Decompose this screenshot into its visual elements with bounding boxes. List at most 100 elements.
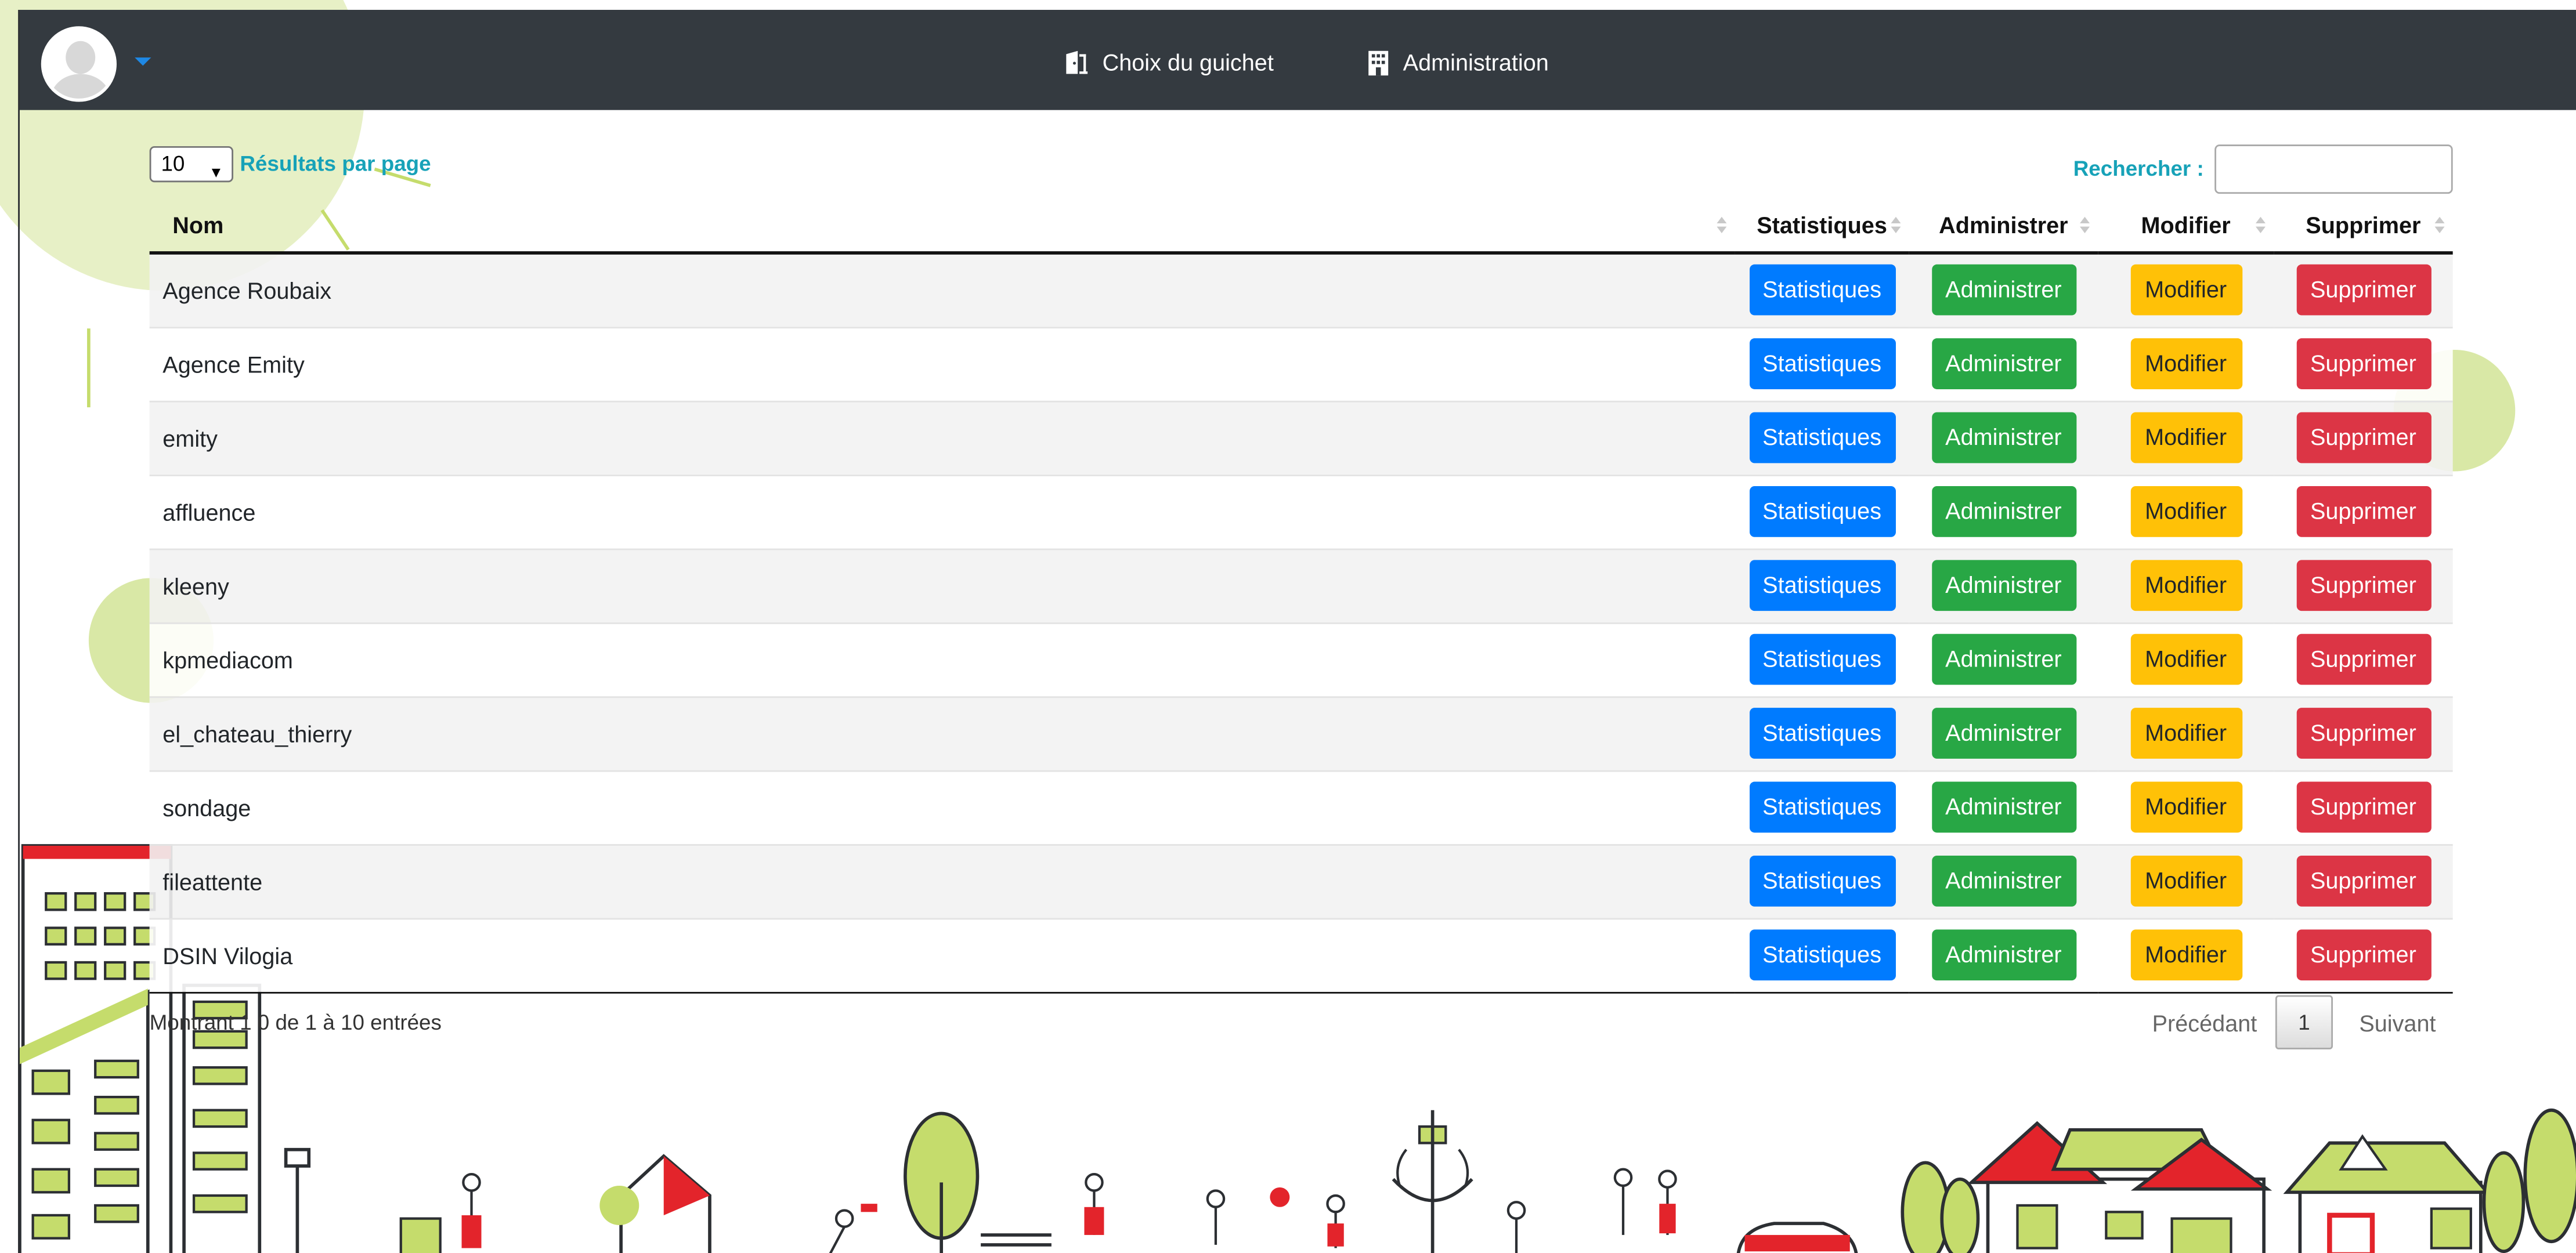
supprimer-button[interactable]: Supprimer [2296, 412, 2431, 463]
administrer-button[interactable]: Administrer [1931, 486, 2076, 537]
nav-link-label: Administration [1403, 49, 1549, 76]
cell-delete: Supprimer [2274, 400, 2453, 475]
cell-delete: Supprimer [2274, 473, 2453, 549]
column-header-label: Nom [172, 211, 224, 238]
column-header-administrer[interactable]: Administrer [1909, 197, 2098, 255]
administrer-button[interactable]: Administrer [1931, 265, 2076, 316]
search-input[interactable] [2214, 144, 2453, 194]
agency-name: Agence Roubaix [149, 252, 1735, 327]
supprimer-button[interactable]: Supprimer [2296, 560, 2431, 611]
agency-table: Nom Statistiques Administrer Modifier Su… [149, 197, 2453, 993]
administrer-button[interactable]: Administrer [1931, 633, 2076, 685]
cell-edit: Modifier [2098, 843, 2274, 918]
administrer-button[interactable]: Administrer [1931, 708, 2076, 759]
column-header-statistiques[interactable]: Statistiques [1735, 197, 1909, 255]
page-length-label: Résultats par page [240, 151, 431, 176]
agency-name: DSIN Vilogia [149, 917, 1735, 993]
pagination-next[interactable]: Suivant [2359, 997, 2436, 1049]
statistiques-button[interactable]: Statistiques [1748, 708, 1895, 759]
administrer-button[interactable]: Administrer [1931, 338, 2076, 389]
table-row: kleeny Statistiques Administrer Modifier… [149, 548, 2453, 622]
statistiques-button[interactable]: Statistiques [1748, 265, 1895, 316]
modifier-button[interactable]: Modifier [2130, 708, 2242, 759]
agency-name: Agence Emity [149, 325, 1735, 401]
statistiques-button[interactable]: Statistiques [1748, 929, 1895, 981]
statistiques-button[interactable]: Statistiques [1748, 338, 1895, 389]
avatar-head-shape [66, 41, 96, 74]
column-header-modifier[interactable]: Modifier [2098, 197, 2274, 255]
table-row: kpmediacom Statistiques Administrer Modi… [149, 621, 2453, 697]
page: Choix du guichet Administration 10 ▼ Rés… [0, 0, 2576, 1253]
cell-admin: Administrer [1909, 917, 2098, 993]
statistiques-button[interactable]: Statistiques [1748, 486, 1895, 537]
table-row: emity Statistiques Administrer Modifier … [149, 400, 2453, 475]
supprimer-button[interactable]: Supprimer [2296, 265, 2431, 316]
cell-stats: Statistiques [1735, 843, 1909, 918]
chevron-down-icon: ▼ [208, 164, 224, 181]
cell-stats: Statistiques [1735, 917, 1909, 993]
cell-delete: Supprimer [2274, 325, 2453, 401]
administrer-button[interactable]: Administrer [1931, 412, 2076, 463]
nav-link-administration[interactable]: Administration [1367, 46, 1549, 79]
supprimer-button[interactable]: Supprimer [2296, 633, 2431, 685]
cell-edit: Modifier [2098, 917, 2274, 993]
statistiques-button[interactable]: Statistiques [1748, 855, 1895, 907]
supprimer-button[interactable]: Supprimer [2296, 855, 2431, 907]
modifier-button[interactable]: Modifier [2130, 781, 2242, 833]
modifier-button[interactable]: Modifier [2130, 929, 2242, 981]
cell-edit: Modifier [2098, 695, 2274, 770]
supprimer-button[interactable]: Supprimer [2296, 708, 2431, 759]
column-header-nom[interactable]: Nom [149, 197, 1735, 255]
supprimer-button[interactable]: Supprimer [2296, 338, 2431, 389]
column-header-label: Supprimer [2306, 211, 2421, 238]
page-length-select[interactable]: 10 ▼ [149, 146, 234, 183]
cell-edit: Modifier [2098, 473, 2274, 549]
cell-edit: Modifier [2098, 400, 2274, 475]
statistiques-button[interactable]: Statistiques [1748, 412, 1895, 463]
supprimer-button[interactable]: Supprimer [2296, 929, 2431, 981]
cell-stats: Statistiques [1735, 769, 1909, 845]
cell-delete: Supprimer [2274, 252, 2453, 327]
statistiques-button[interactable]: Statistiques [1748, 560, 1895, 611]
chevron-down-icon[interactable] [135, 57, 151, 66]
cell-stats: Statistiques [1735, 548, 1909, 622]
modifier-button[interactable]: Modifier [2130, 633, 2242, 685]
search-label: Rechercher : [2073, 155, 2204, 181]
building-icon [1368, 50, 1389, 76]
modifier-button[interactable]: Modifier [2130, 560, 2242, 611]
modifier-button[interactable]: Modifier [2130, 412, 2242, 463]
cell-edit: Modifier [2098, 621, 2274, 697]
statistiques-button[interactable]: Statistiques [1748, 633, 1895, 685]
door-icon [1066, 50, 1088, 74]
modifier-button[interactable]: Modifier [2130, 486, 2242, 537]
cell-delete: Supprimer [2274, 843, 2453, 918]
administrer-button[interactable]: Administrer [1931, 560, 2076, 611]
sort-icon [2434, 216, 2447, 235]
cell-delete: Supprimer [2274, 548, 2453, 622]
modifier-button[interactable]: Modifier [2130, 265, 2242, 316]
modifier-button[interactable]: Modifier [2130, 338, 2242, 389]
user-avatar[interactable] [41, 26, 117, 102]
sort-icon [2080, 216, 2091, 235]
administrer-button[interactable]: Administrer [1931, 781, 2076, 833]
sort-icon [2255, 216, 2267, 235]
sort-icon [1717, 216, 1728, 235]
cell-admin: Administrer [1909, 325, 2098, 401]
pagination-previous[interactable]: Précédant [2152, 997, 2257, 1049]
supprimer-button[interactable]: Supprimer [2296, 781, 2431, 833]
cell-admin: Administrer [1909, 769, 2098, 845]
supprimer-button[interactable]: Supprimer [2296, 486, 2431, 537]
column-header-supprimer[interactable]: Supprimer [2274, 197, 2453, 255]
table-row: DSIN Vilogia Statistiques Administrer Mo… [149, 917, 2453, 993]
statistiques-button[interactable]: Statistiques [1748, 781, 1895, 833]
table-row: Agence Roubaix Statistiques Administrer … [149, 252, 2453, 327]
pagination-page-1[interactable]: 1 [2275, 995, 2333, 1050]
agency-name: sondage [149, 769, 1735, 845]
nav-link-choix-guichet[interactable]: Choix du guichet [1063, 46, 1274, 79]
cell-edit: Modifier [2098, 769, 2274, 845]
sort-icon [1891, 216, 1902, 235]
administrer-button[interactable]: Administrer [1931, 929, 2076, 981]
administrer-button[interactable]: Administrer [1931, 855, 2076, 907]
modifier-button[interactable]: Modifier [2130, 855, 2242, 907]
window-border [18, 9, 20, 1253]
